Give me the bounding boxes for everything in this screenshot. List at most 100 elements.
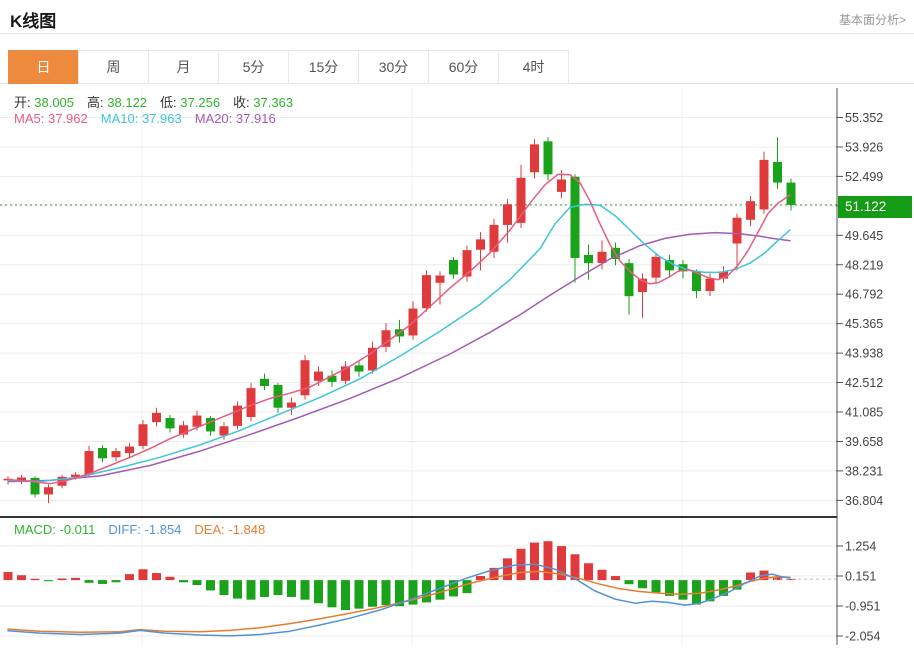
legend-value: -0.011 [60, 522, 96, 537]
ohlc-row-item: 收: 37.363 [233, 95, 293, 110]
candle [193, 416, 202, 427]
legend-value: 37.363 [253, 95, 293, 110]
price-axis-label: 48.219 [845, 258, 883, 272]
kline-chart[interactable]: 55.35253.92652.49949.64548.21946.79245.3… [0, 88, 914, 645]
tab-period-4[interactable]: 5分 [218, 50, 289, 84]
macd-bar [4, 572, 13, 580]
price-axis-labels: 55.35253.92652.49949.64548.21946.79245.3… [845, 111, 883, 508]
macd-bar [692, 580, 701, 604]
candle [368, 348, 377, 371]
candle [260, 379, 269, 386]
candle [355, 365, 364, 371]
candle [436, 276, 445, 283]
macd-axis-label: 0.151 [845, 570, 876, 584]
macd-bar [220, 580, 229, 595]
macd-bar [44, 580, 53, 581]
candles-layer [4, 137, 796, 503]
tab-period-5[interactable]: 15分 [288, 50, 359, 84]
candle [85, 451, 94, 475]
price-axis-label: 55.352 [845, 111, 883, 125]
candle [787, 183, 796, 205]
tab-period-6[interactable]: 30分 [358, 50, 429, 84]
macd-bar [584, 563, 593, 580]
macd-bar [17, 575, 26, 580]
legend-value: 38.122 [107, 95, 147, 110]
tab-period-8[interactable]: 4时 [498, 50, 569, 84]
legend-label: 高: [87, 95, 104, 110]
legend-value: 37.916 [236, 111, 276, 126]
macd-bar [301, 580, 310, 600]
macd-bar [422, 580, 431, 602]
macd-bar [355, 580, 364, 609]
macd-axis-label: -2.054 [845, 630, 880, 644]
candle [98, 448, 107, 458]
tab-period-7[interactable]: 60分 [428, 50, 499, 84]
macd-bar [638, 580, 647, 588]
period-tab-bar: 日周月5分15分30分60分4时 [0, 50, 914, 84]
macd-bar [166, 577, 175, 580]
price-axis-label: 41.085 [845, 406, 883, 420]
legend-value: -1.848 [228, 522, 265, 537]
macd-bar [328, 580, 337, 607]
candle [530, 144, 539, 172]
candle [584, 255, 593, 263]
legend-value: -1.854 [145, 522, 182, 537]
macd-row-item: DEA: -1.848 [194, 522, 265, 537]
ma10-line [8, 204, 790, 481]
macd-bar [679, 580, 688, 600]
ohlc-row-item: 开: 38.005 [14, 95, 74, 110]
macd-bar [287, 580, 296, 597]
candle [166, 418, 175, 428]
candle [503, 204, 512, 225]
candle [287, 403, 296, 408]
candle [125, 447, 134, 454]
price-axis-label: 38.231 [845, 464, 883, 478]
macd-bar [503, 558, 512, 580]
legend-label: 开: [14, 95, 31, 110]
macd-row-item: MACD: -0.011 [14, 522, 95, 537]
price-axis-label: 36.804 [845, 494, 883, 508]
ohlc-row-item: 低: 37.256 [160, 95, 220, 110]
macd-bar [382, 580, 391, 605]
legend-value: 38.005 [34, 95, 74, 110]
macd-bar [652, 580, 661, 592]
candle [449, 260, 458, 274]
macd-bar [314, 580, 323, 603]
macd-bar [71, 578, 80, 580]
candle [760, 160, 769, 210]
macd-bar [341, 580, 350, 610]
macd-bar [233, 580, 242, 598]
candle [314, 372, 323, 381]
legend-label: MA5: [14, 111, 44, 126]
candle [422, 275, 431, 308]
macd-bar [368, 580, 377, 607]
candle [220, 426, 229, 435]
macd-bar [598, 570, 607, 580]
ohlc-row-item: 高: 38.122 [87, 95, 147, 110]
macd-axis-label: 1.254 [845, 540, 876, 554]
macd-bar [611, 576, 620, 580]
tab-period-3[interactable]: 月 [148, 50, 219, 84]
ma-row-item: MA20: 37.916 [195, 111, 276, 126]
macd-bar [544, 541, 553, 580]
tab-period-1[interactable]: 日 [8, 50, 79, 84]
fundamental-analysis-link[interactable]: 基本面分析> [839, 11, 906, 28]
candle [733, 218, 742, 244]
candle [247, 388, 256, 417]
macd-bar [58, 578, 67, 580]
tab-period-2[interactable]: 周 [78, 50, 149, 84]
macd-bar [85, 580, 94, 583]
ma-row-item: MA5: 37.962 [14, 111, 88, 126]
ohlc-legend: 开: 38.005 高: 38.122 低: 37.256 收: 37.363 [14, 92, 306, 111]
macd-bar [125, 574, 134, 580]
candle [112, 451, 121, 457]
macd-row-item: DIFF: -1.854 [108, 522, 181, 537]
candle [152, 413, 161, 422]
candle [44, 487, 53, 494]
candle [463, 250, 472, 276]
macd-bar [530, 543, 539, 581]
macd-bar [206, 580, 215, 590]
macd-legend: MACD: -0.011 DIFF: -1.854 DEA: -1.848 [14, 522, 278, 537]
candle [139, 424, 148, 446]
header-divider [0, 33, 914, 34]
